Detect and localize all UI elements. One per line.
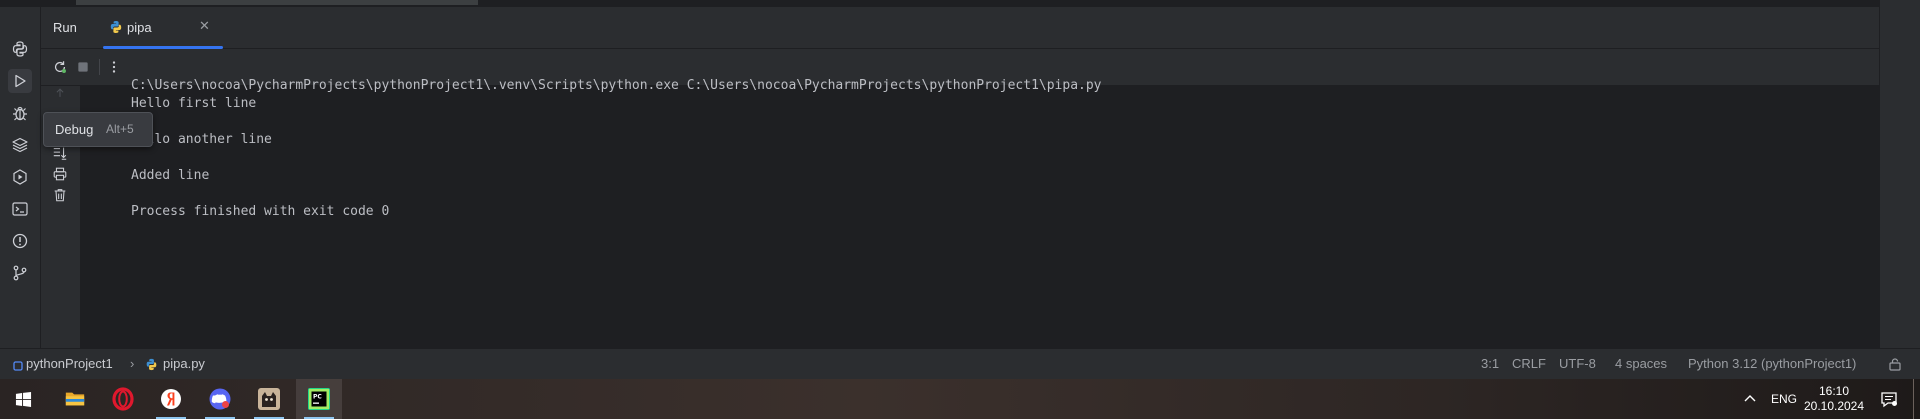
tooltip-shortcut: Alt+5 [106, 122, 134, 136]
project-module-icon [13, 359, 23, 371]
terminal-icon[interactable] [8, 197, 32, 221]
pycharm-icon[interactable]: PC [296, 379, 342, 419]
breadcrumb-file[interactable]: pipa.py [163, 356, 205, 371]
layers-icon[interactable] [8, 133, 32, 157]
run-panel-title: Run [53, 20, 77, 35]
input-language[interactable]: ENG [1771, 379, 1797, 419]
toolbar-separator [99, 59, 100, 75]
show-desktop-button[interactable] [1913, 379, 1914, 419]
problems-icon[interactable] [8, 229, 32, 253]
editor-scrollbar[interactable] [76, 0, 478, 5]
discord-icon[interactable] [197, 379, 243, 419]
trash-icon[interactable] [51, 186, 69, 204]
right-tool-strip [1879, 0, 1920, 348]
debug-tooltip: Debug Alt+5 [43, 112, 153, 147]
close-tab-icon[interactable]: ✕ [199, 19, 210, 34]
status-bar: pythonProject1 › pipa.py 3:1 CRLF UTF-8 … [0, 348, 1920, 380]
opera-browser-icon[interactable] [100, 379, 146, 419]
tab-label: pipa [127, 20, 152, 35]
tooltip-label: Debug [55, 122, 94, 137]
stop-icon[interactable] [74, 58, 92, 76]
run-tool-window: Run pipa ✕ C:\Users\nocoa\PycharmProject… [41, 7, 1879, 348]
tray-overflow-chevron-icon[interactable] [1743, 379, 1763, 419]
debug-bug-icon[interactable] [8, 101, 32, 125]
breadcrumb-chevron-icon: › [130, 356, 135, 371]
tool-window-sidebar [0, 7, 41, 348]
services-icon[interactable] [8, 165, 32, 189]
line-ending[interactable]: CRLF [1512, 356, 1546, 371]
indent-setting[interactable]: 4 spaces [1615, 356, 1667, 371]
console-output[interactable]: C:\Users\nocoa\PycharmProjects\pythonPro… [80, 78, 1879, 348]
notifications-icon[interactable] [1880, 379, 1898, 419]
python-file-icon [110, 21, 122, 33]
tab-pipa[interactable]: pipa ✕ [103, 7, 223, 49]
run-tool-icon[interactable] [8, 69, 32, 93]
breadcrumb-project[interactable]: pythonProject1 [26, 356, 113, 371]
file-encoding[interactable]: UTF-8 [1559, 356, 1596, 371]
console-line: C:\Users\nocoa\PycharmProjects\pythonPro… [131, 78, 1102, 93]
svg-text:PC: PC [313, 394, 322, 401]
file-explorer-icon[interactable] [52, 379, 98, 419]
console-line: Hello first line [131, 96, 257, 111]
rerun-icon[interactable] [51, 58, 69, 76]
python-interpreter[interactable]: Python 3.12 (pythonProject1) [1688, 356, 1856, 371]
yandex-browser-icon[interactable] [148, 379, 194, 419]
run-tabs-row: Run pipa ✕ [41, 7, 1879, 49]
lock-icon[interactable] [1888, 357, 1902, 374]
windows-taskbar: PC ENG 16:10 20.10.2024 [0, 379, 1920, 419]
windows-start-icon[interactable] [0, 379, 46, 419]
python-console-icon[interactable] [8, 37, 32, 61]
console-line: Added line [131, 168, 210, 183]
clock[interactable]: 16:10 20.10.2024 [1804, 379, 1864, 419]
python-file-icon [146, 358, 157, 371]
caret-position[interactable]: 3:1 [1481, 356, 1499, 371]
clock-time: 16:10 [1818, 384, 1850, 398]
editor-top-strip [0, 0, 1880, 7]
git-branch-icon[interactable] [8, 261, 32, 285]
scroll-up-icon[interactable] [51, 84, 69, 102]
print-icon[interactable] [51, 165, 69, 183]
more-options-icon[interactable] [105, 58, 123, 76]
console-line: Process finished with exit code 0 [131, 204, 390, 219]
clock-date: 20.10.2024 [1803, 399, 1865, 413]
cat-app-icon[interactable] [246, 379, 292, 419]
